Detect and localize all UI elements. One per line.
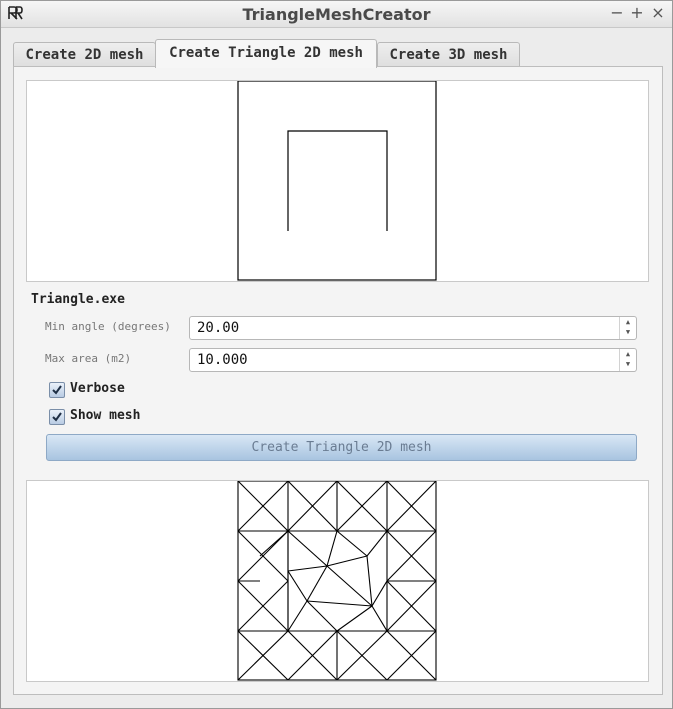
- max-area-spinbox[interactable]: 10.000 ▲ ▼: [189, 348, 637, 372]
- min-angle-stepper[interactable]: ▲ ▼: [619, 317, 636, 339]
- verbose-label[interactable]: Verbose: [70, 381, 125, 396]
- spin-down-icon[interactable]: ▼: [620, 359, 636, 369]
- checkmark-icon: [52, 412, 62, 422]
- spin-up-icon[interactable]: ▲: [620, 317, 636, 327]
- max-area-label: Max area (m2): [45, 352, 132, 365]
- main-window: TriangleMeshCreator − + × Create 2D mesh…: [0, 0, 673, 709]
- show-mesh-label[interactable]: Show mesh: [70, 408, 140, 423]
- min-angle-spinbox[interactable]: 20.00 ▲ ▼: [189, 316, 637, 340]
- min-angle-value[interactable]: 20.00: [197, 320, 239, 336]
- tab-create-3d-mesh[interactable]: Create 3D mesh: [377, 42, 520, 67]
- spin-up-icon[interactable]: ▲: [620, 349, 636, 359]
- input-shape-drawing: [237, 80, 437, 281]
- mesh-canvas: [26, 480, 649, 682]
- min-angle-label: Min angle (degrees): [45, 320, 171, 333]
- close-button[interactable]: ×: [649, 4, 667, 22]
- minimize-button[interactable]: −: [608, 4, 626, 22]
- mesh-drawing: [237, 480, 437, 681]
- spin-down-icon[interactable]: ▼: [620, 327, 636, 337]
- tab-create-2d-mesh[interactable]: Create 2D mesh: [13, 42, 156, 67]
- tab-panel: Triangle.exe Min angle (degrees) 20.00 ▲…: [13, 66, 663, 695]
- input-shape-canvas: [26, 80, 649, 282]
- triangle-section-title: Triangle.exe: [31, 292, 125, 307]
- max-area-stepper[interactable]: ▲ ▼: [619, 349, 636, 371]
- show-mesh-checkbox[interactable]: [49, 409, 65, 425]
- maximize-button[interactable]: +: [628, 4, 646, 22]
- window-title: TriangleMeshCreator: [242, 5, 431, 24]
- title-bar[interactable]: TriangleMeshCreator − + ×: [1, 1, 672, 28]
- max-area-value[interactable]: 10.000: [197, 352, 248, 368]
- verbose-checkbox[interactable]: [49, 382, 65, 398]
- checkmark-icon: [52, 385, 62, 395]
- tab-create-triangle-2d-mesh[interactable]: Create Triangle 2D mesh: [155, 39, 377, 68]
- create-triangle-mesh-button[interactable]: Create Triangle 2D mesh: [46, 434, 637, 461]
